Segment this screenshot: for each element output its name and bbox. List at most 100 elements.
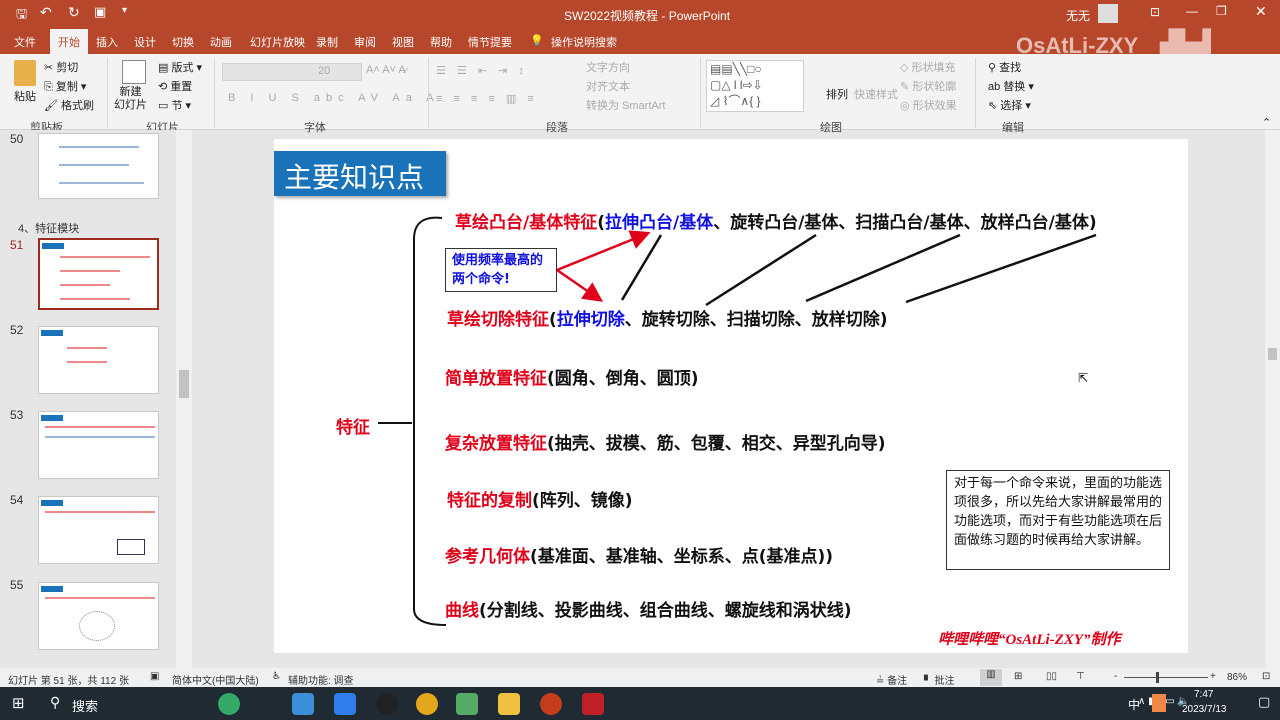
cut-button[interactable]: ✂ 剪切 [44, 59, 78, 75]
presentation-icon[interactable]: ▣ [94, 4, 106, 20]
undo-icon[interactable]: ↶ [40, 4, 52, 21]
tab-help[interactable]: 帮助 [430, 34, 452, 50]
fit-slide-button[interactable]: ⊡ [1262, 671, 1270, 682]
shape-fill-button[interactable]: ◇ 形状填充 [900, 59, 956, 75]
accessibility-status[interactable]: 辅助功能: 调查 [288, 672, 354, 687]
quick-styles-button[interactable]: 快速样式 [854, 86, 898, 102]
spellcheck-icon[interactable]: ▣ [150, 671, 159, 682]
clock-date: 2023/7/13 [1182, 704, 1227, 715]
replace-button[interactable]: ab 替换 ▾ [988, 78, 1034, 94]
reading-view-button[interactable]: ▯▯ [1046, 671, 1057, 682]
minimize-button[interactable]: — [1186, 4, 1198, 18]
font-size-input[interactable]: 20 [318, 65, 330, 77]
thumbnail-scrollbar[interactable] [176, 130, 192, 668]
zoom-level[interactable]: 86% [1227, 672, 1247, 683]
format-painter-button[interactable]: 🖌 格式刷 [44, 97, 94, 113]
sogou-ime-icon[interactable] [1152, 694, 1166, 712]
app-icon[interactable] [334, 693, 356, 715]
text-direction-button[interactable]: 文字方向 [586, 59, 630, 75]
find-button[interactable]: ⚲ 查找 [988, 59, 1021, 75]
tab-animations[interactable]: 动画 [210, 34, 232, 50]
tell-me-search[interactable]: 操作说明搜索 [551, 34, 617, 50]
slide-thumbnail-52[interactable] [38, 326, 159, 394]
layout-button[interactable]: ▤ 版式 ▾ [158, 59, 202, 75]
shape-effects-button[interactable]: ◎ 形状效果 [900, 97, 957, 113]
comments-button[interactable]: ▘ 批注 [924, 672, 954, 687]
tab-storyboard[interactable]: 情节提要 [468, 34, 512, 50]
soccer-app-icon[interactable] [218, 693, 240, 715]
select-button[interactable]: ⇖ 选择 ▾ [988, 97, 1031, 113]
find-label: 查找 [999, 62, 1022, 74]
tab-slideshow[interactable]: 幻灯片放映 [250, 34, 305, 50]
slide-canvas[interactable]: 主要知识点 特征 使用频率最高的两个命令! 草绘凸台/基体特征(拉伸凸台/基体、… [274, 139, 1188, 653]
new-slide-icon[interactable] [122, 60, 146, 84]
arrange-button[interactable]: 排列 [826, 86, 848, 102]
reset-button[interactable]: ⟲ 重置 [158, 78, 192, 94]
tab-transitions[interactable]: 切换 [172, 34, 194, 50]
customize-toolbar-icon[interactable]: ▾ [122, 5, 127, 16]
slide-thumbnail-54[interactable] [38, 496, 159, 564]
link-line [620, 234, 663, 301]
font-size-buttons[interactable]: A˄ A˅ A̷ [366, 64, 406, 76]
paste-button[interactable]: 粘贴 [14, 88, 36, 104]
align-buttons[interactable]: ≡ ≡ ≡ ≡ ▥ ≡ [436, 92, 538, 105]
list-buttons[interactable]: ☰ ☰ ⇤ ⇥ ↕ [436, 64, 528, 77]
smartart-button[interactable]: 转换为 SmartArt [586, 97, 665, 113]
tab-file[interactable]: 文件 [14, 34, 36, 50]
tab-insert[interactable]: 插入 [96, 34, 118, 50]
slide-thumbnail-50[interactable] [38, 133, 159, 199]
copy-button[interactable]: ⎘ 复制 ▾ [44, 78, 86, 94]
ime-indicator[interactable]: 中 [1128, 696, 1140, 713]
slide-sorter-button[interactable]: ⊞ [1014, 671, 1022, 682]
ribbon-display-icon[interactable]: ⊡ [1150, 5, 1160, 19]
search-icon[interactable]: ⚲ [50, 694, 60, 711]
paste-icon[interactable] [14, 60, 36, 86]
slide-scrollbar[interactable] [1265, 130, 1280, 668]
link-line [705, 233, 817, 307]
restore-button[interactable]: ❐ [1216, 4, 1227, 18]
slideshow-button[interactable]: ⊤ [1076, 671, 1085, 682]
qq-icon[interactable] [376, 693, 398, 715]
slide-thumbnail-55[interactable] [38, 582, 159, 650]
zoom-slider[interactable] [1124, 672, 1208, 683]
ribbon-tabs: 文件 开始 插入 设计 切换 动画 幻灯片放映 录制 审阅 视图 帮助 情节提要… [0, 27, 1280, 58]
notes-button[interactable]: ≟ 备注 [876, 672, 907, 687]
shape-outline-button[interactable]: ✎ 形状轮廓 [900, 78, 956, 94]
save-icon[interactable]: 🖫 [16, 5, 27, 27]
language-indicator[interactable]: 简体中文(中国大陆) [172, 672, 259, 687]
font-name-input[interactable] [222, 63, 362, 81]
close-button[interactable]: ✕ [1255, 3, 1267, 20]
normal-view-button[interactable]: ▥ [980, 669, 1002, 686]
file-explorer-icon[interactable] [498, 693, 520, 715]
tab-review[interactable]: 审阅 [354, 34, 376, 50]
align-text-button[interactable]: 对齐文本 [586, 78, 630, 94]
slide-thumbnail-51[interactable] [38, 238, 159, 310]
shapes-gallery[interactable]: ▤▤╲╲□○ ▢△ l l⇨⇩ ◿ ⌇⌒∧{ } [706, 60, 804, 112]
tab-view[interactable]: 视图 [392, 34, 414, 50]
tab-design[interactable]: 设计 [134, 34, 156, 50]
collapse-ribbon-icon[interactable]: ⌃ [1262, 116, 1271, 129]
chrome-icon[interactable] [416, 693, 438, 715]
taskbar-search[interactable]: 搜索 [72, 696, 98, 715]
windows-start-icon[interactable]: ⊞ [12, 694, 25, 712]
avatar[interactable] [1098, 4, 1118, 23]
copy-label: 复制 [55, 81, 78, 93]
redo-icon[interactable]: ↻ [68, 4, 80, 21]
layout-label: 版式 [171, 62, 194, 74]
section-header[interactable]: 4、特征模块 [18, 220, 79, 236]
zoom-out-button[interactable]: - [1114, 671, 1117, 682]
slide-thumbnail-53[interactable] [38, 411, 159, 479]
calculator-icon[interactable] [456, 693, 478, 715]
font-format-buttons[interactable]: B I U S abc AV Aa A [228, 92, 440, 104]
solidworks-icon[interactable] [582, 693, 604, 715]
new-slide-button[interactable]: 新建 幻灯片 [114, 86, 147, 112]
zoom-in-button[interactable]: + [1210, 671, 1216, 682]
notification-icon[interactable]: ▢ [1258, 694, 1270, 710]
section-button[interactable]: ▭ 节 ▾ [158, 97, 191, 113]
app-icon[interactable] [292, 693, 314, 715]
thumb-number: 50 [10, 132, 24, 146]
tab-record[interactable]: 录制 [316, 34, 338, 50]
feature-row: 简单放置特征(圆角、倒角、圆顶) [445, 369, 699, 389]
powerpoint-icon[interactable] [540, 693, 562, 715]
tab-home[interactable]: 开始 [50, 29, 88, 54]
